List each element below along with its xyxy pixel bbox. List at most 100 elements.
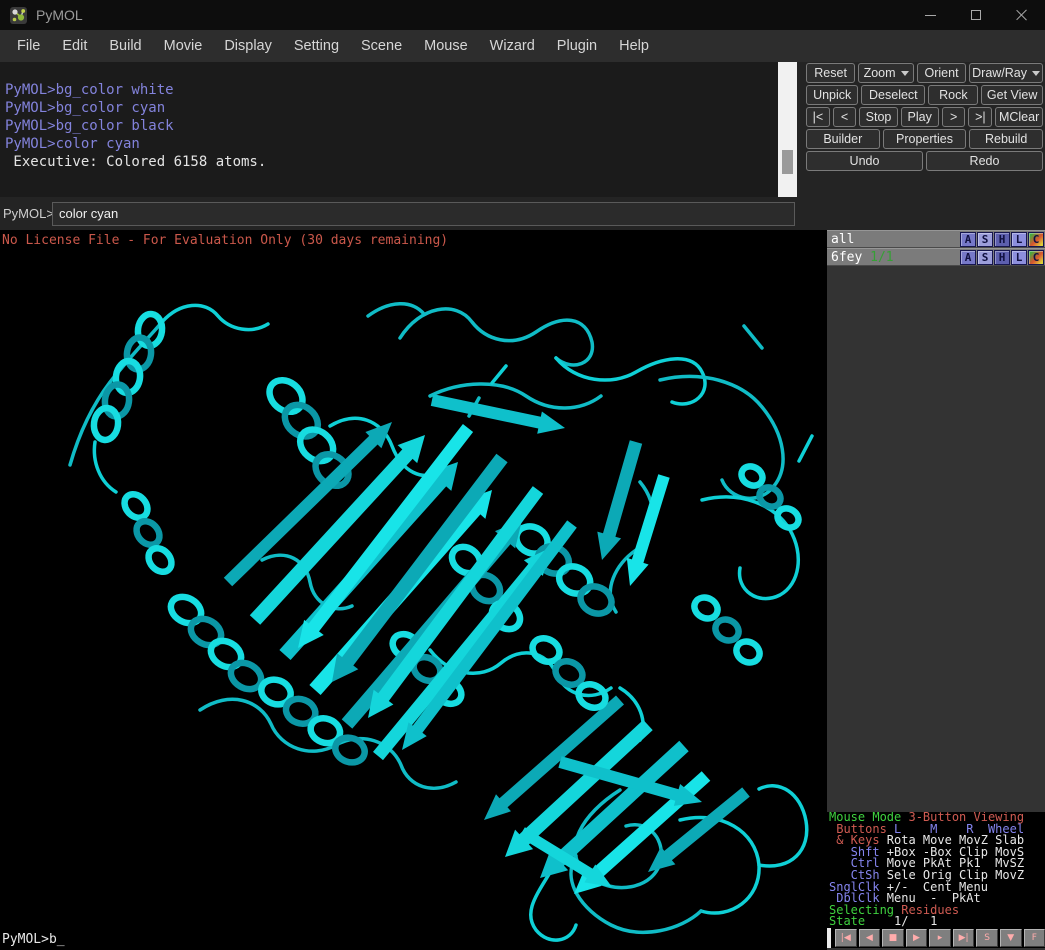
menu-item-wizard[interactable]: Wizard (479, 30, 546, 62)
get-view-button[interactable]: Get View (981, 85, 1043, 105)
s-menu-button[interactable]: S (977, 250, 993, 265)
movie-stop-button[interactable]: ■ (882, 929, 904, 947)
frame-position-indicator[interactable] (827, 928, 831, 948)
protein-cartoon-segment (120, 490, 152, 523)
object-name: 6fey 1/1 (831, 250, 959, 265)
menu-item-scene[interactable]: Scene (350, 30, 413, 62)
protein-cartoon-segment (206, 636, 246, 673)
scene-button[interactable]: S (976, 929, 998, 947)
console-line: PyMOL>bg_color black (5, 117, 778, 135)
pymol-app-icon (10, 7, 27, 24)
deselect-button[interactable]: Deselect (861, 85, 925, 105)
s-menu-button[interactable]: S (977, 232, 993, 247)
protein-cartoon-segment (519, 827, 612, 887)
movie-start-button[interactable]: |◀ (835, 929, 857, 947)
mouse-help-segment: State (829, 914, 865, 928)
object-row-all[interactable]: allASHLC (827, 230, 1045, 248)
movie-forward-button[interactable]: ▸ (929, 929, 951, 947)
button-row: |< <StopPlay>>|MClear (806, 107, 1043, 127)
movie-end-button[interactable]: ▶| (953, 929, 975, 947)
menu-item-build[interactable]: Build (98, 30, 152, 62)
command-prompt-label: PyMOL> (0, 206, 52, 221)
stop-button[interactable]: Stop (859, 107, 897, 127)
viewport-command-prompt: PyMOL>b_ (2, 932, 65, 947)
deselect-button-label: Deselect (869, 88, 918, 102)
rebuild-button[interactable]: Rebuild (969, 129, 1043, 149)
undo-button-label: Undo (850, 154, 880, 168)
movie-control-bar: |◀◀■▶▸▶|S▼F (827, 928, 1045, 948)
properties-button[interactable]: Properties (883, 129, 967, 149)
command-row: PyMOL> (0, 197, 1045, 230)
step-forward-button[interactable]: > (942, 107, 966, 127)
end-button[interactable]: >| (968, 107, 992, 127)
menu-bar: FileEditBuildMovieDisplaySettingSceneMou… (0, 30, 1045, 62)
h-menu-button[interactable]: H (994, 232, 1010, 247)
menu-item-edit[interactable]: Edit (51, 30, 98, 62)
command-input[interactable] (52, 202, 795, 226)
zoom-dropdown[interactable]: Zoom (858, 63, 914, 83)
protein-cartoon-segment (555, 561, 595, 598)
protein-cartoon-segment (799, 436, 812, 461)
menu-item-file[interactable]: File (6, 30, 51, 62)
rock-button[interactable]: Rock (928, 85, 978, 105)
step-back-button[interactable]: < (833, 107, 857, 127)
object-state-count: 1/1 (862, 250, 893, 265)
menu-item-setting[interactable]: Setting (283, 30, 350, 62)
movie-back-button[interactable]: ◀ (859, 929, 881, 947)
object-name-text: 6fey (831, 250, 862, 265)
gl-viewport[interactable]: No License File - For Evaluation Only (3… (0, 230, 1045, 950)
protein-cartoon-segment (94, 442, 116, 492)
menu-item-plugin[interactable]: Plugin (546, 30, 608, 62)
protein-cartoon-segment (702, 497, 798, 599)
fullscreen-button[interactable]: F (1024, 929, 1045, 947)
zoom-dropdown-label: Zoom (864, 66, 896, 80)
a-menu-button[interactable]: A (960, 232, 976, 247)
console-line: Executive: Colored 6158 atoms. (5, 153, 778, 171)
c-menu-button[interactable]: C (1028, 232, 1044, 247)
h-menu-button[interactable]: H (994, 250, 1010, 265)
reset-button[interactable]: Reset (806, 63, 855, 83)
button-row: Undo Redo (806, 151, 1043, 171)
console-line: PyMOL>bg_color white (5, 81, 778, 99)
play-button[interactable]: Play (901, 107, 939, 127)
get-view-button-label: Get View (987, 88, 1038, 102)
builder-button[interactable]: Builder (806, 129, 880, 149)
minimize-button[interactable] (907, 0, 953, 30)
protein-cartoon-segment (597, 440, 642, 560)
menu-item-help[interactable]: Help (608, 30, 660, 62)
movie-play-button[interactable]: ▶ (906, 929, 928, 947)
protein-cartoon-segment (166, 592, 206, 629)
redo-button-label: Redo (970, 154, 1000, 168)
console-scrollbar-thumb[interactable] (782, 150, 793, 174)
object-row-6fey[interactable]: 6fey 1/1ASHLC (827, 248, 1045, 266)
console-scrollbar[interactable] (778, 62, 797, 197)
menu-item-mouse[interactable]: Mouse (413, 30, 479, 62)
rewind-button[interactable]: |< (806, 107, 830, 127)
mclear-button[interactable]: MClear (995, 107, 1043, 127)
protein-cartoon-segment (186, 614, 226, 651)
c-menu-button[interactable]: C (1028, 250, 1044, 265)
window-controls (907, 0, 1045, 30)
rewind-button-label: |< (813, 110, 824, 124)
protein-structure[interactable] (0, 230, 825, 950)
redo-button[interactable]: Redo (926, 151, 1043, 171)
l-menu-button[interactable]: L (1011, 250, 1027, 265)
protein-cartoon-segment (144, 544, 176, 577)
draw-ray-dropdown-label: Draw/Ray (972, 66, 1027, 80)
maximize-button[interactable] (953, 0, 999, 30)
menu-item-display[interactable]: Display (213, 30, 283, 62)
title-bar: PyMOL (0, 0, 1045, 30)
close-button[interactable] (999, 0, 1045, 30)
undo-button[interactable]: Undo (806, 151, 923, 171)
protein-cartoon-segment (691, 594, 722, 623)
draw-ray-dropdown[interactable]: Draw/Ray (969, 63, 1043, 83)
close-icon (1016, 9, 1028, 21)
a-menu-button[interactable]: A (960, 250, 976, 265)
maximize-icon (971, 10, 981, 20)
l-menu-button[interactable]: L (1011, 232, 1027, 247)
orient-button-label: Orient (925, 66, 959, 80)
menu-item-movie[interactable]: Movie (153, 30, 214, 62)
orient-button[interactable]: Orient (917, 63, 966, 83)
unpick-button[interactable]: Unpick (806, 85, 858, 105)
frame-menu-button[interactable]: ▼ (1000, 929, 1022, 947)
